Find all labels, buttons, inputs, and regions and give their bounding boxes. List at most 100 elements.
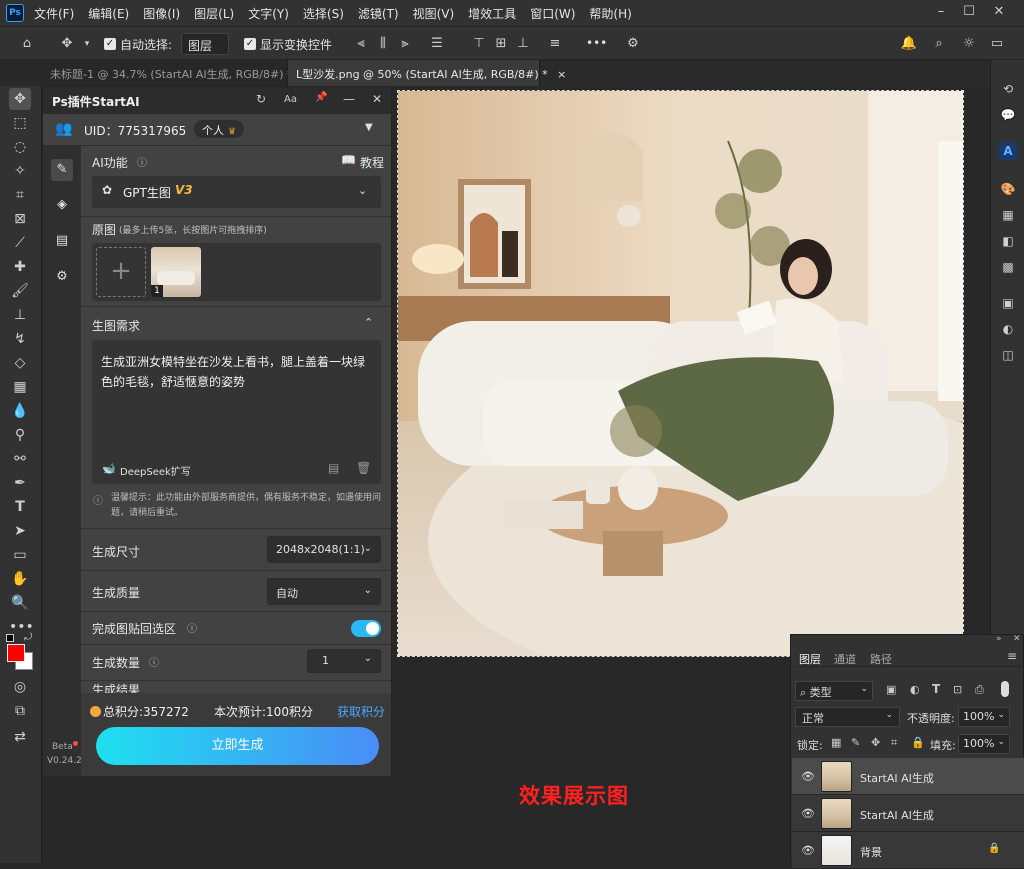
collapse-icon[interactable]: »: [996, 634, 1002, 644]
healing-brush-icon[interactable]: ✚: [9, 256, 31, 278]
model-select[interactable]: ✿ GPT生图 V3 ⌄: [92, 176, 381, 208]
gradient-tool-icon[interactable]: ▦: [9, 376, 31, 398]
panel-menu-icon[interactable]: ≡: [1007, 649, 1017, 663]
align-right-icon[interactable]: ⫸: [396, 35, 414, 53]
workspace-icon[interactable]: ▭: [988, 35, 1006, 53]
pen-tool-icon[interactable]: ✒: [9, 472, 31, 494]
align-center-icon[interactable]: ⫼: [374, 35, 392, 53]
menu-filter[interactable]: 滤镜(T): [358, 5, 399, 22]
align-left-icon[interactable]: ⫷: [352, 35, 370, 53]
screen-mode-icon[interactable]: ⧉: [9, 700, 31, 722]
layer-row[interactable]: 👁 StartAI AI生成: [792, 758, 1024, 795]
tab-channels[interactable]: 通道: [834, 651, 856, 667]
deepseek-expand-button[interactable]: DeepSeek扩写: [120, 463, 191, 478]
distribute-icon[interactable]: ☰: [428, 35, 446, 53]
dodge-tool-icon[interactable]: ⚲: [9, 424, 31, 446]
prompt-textarea[interactable]: 生成亚洲女模特坐在沙发上看书，腿上盖着一块绿色的毛毯，舒适惬意的姿势 🐋 Dee…: [92, 340, 381, 484]
stamp-tool-icon[interactable]: ⊥: [9, 304, 31, 326]
menu-window[interactable]: 窗口(W): [530, 5, 575, 22]
eye-icon[interactable]: 👁: [801, 844, 815, 857]
path-select-icon[interactable]: ➤: [9, 520, 31, 542]
info-icon[interactable]: ⓘ: [137, 154, 147, 169]
menu-file[interactable]: 文件(F): [34, 5, 74, 22]
foreground-color-swatch[interactable]: [7, 644, 25, 662]
lock-transparent-icon[interactable]: ▦: [831, 736, 841, 749]
zoom-tool-icon[interactable]: 🔍: [9, 592, 31, 614]
lock-all-icon[interactable]: 🔒: [911, 736, 925, 749]
history-list-icon[interactable]: ▤: [328, 461, 339, 475]
info-icon[interactable]: ⓘ: [149, 654, 159, 669]
filter-shape-icon[interactable]: ⊡: [953, 683, 962, 696]
clipboard-icon[interactable]: ▤: [53, 232, 71, 250]
lightbulb-icon[interactable]: ☼: [960, 35, 978, 53]
chevron-up-icon[interactable]: ⌃: [364, 316, 373, 329]
filter-smart-icon[interactable]: ⎙: [975, 683, 984, 697]
tab-layers[interactable]: 图层: [799, 651, 821, 667]
tab-l-sofa[interactable]: L型沙发.png @ 50% (StartAI AI生成, RGB/8#) * …: [288, 60, 566, 86]
more-options[interactable]: •••: [586, 36, 607, 50]
menu-image[interactable]: 图像(I): [143, 5, 180, 22]
minimize-window-icon[interactable]: –: [932, 3, 950, 21]
gear-icon[interactable]: ⚙: [624, 35, 642, 53]
home-icon[interactable]: ⌂: [18, 35, 36, 53]
gradients-icon[interactable]: ◧: [999, 232, 1017, 250]
get-points-link[interactable]: 获取积分: [337, 703, 385, 720]
eraser-icon[interactable]: ◇: [9, 352, 31, 374]
opacity-input[interactable]: 100% ⌄: [958, 707, 1010, 727]
align-middle-icon[interactable]: ⊞: [492, 35, 510, 53]
comments-icon[interactable]: 💬: [999, 106, 1017, 124]
tab-untitled-1[interactable]: 未标题-1 @ 34.7% (StartAI AI生成, RGB/8#) * ×: [42, 60, 311, 86]
menu-layer[interactable]: 图层(L): [194, 5, 234, 22]
auto-select-dropdown[interactable]: 图层▾: [181, 33, 229, 68]
eye-icon[interactable]: 👁: [801, 770, 815, 783]
swap-colors-icon[interactable]: ⤾: [24, 632, 32, 643]
close-tab-icon[interactable]: ×: [557, 68, 566, 81]
menu-edit[interactable]: 编辑(E): [88, 5, 129, 22]
menu-plugins[interactable]: 增效工具: [468, 5, 516, 22]
lock-pixels-icon[interactable]: ✎: [851, 736, 860, 749]
filter-adjust-icon[interactable]: ◐: [910, 683, 920, 696]
show-transform-checkbox[interactable]: ✓: [244, 38, 256, 50]
history-icon[interactable]: ⟲: [999, 80, 1017, 98]
eyedropper-icon[interactable]: ⟋: [9, 232, 31, 254]
chevron-down-icon[interactable]: ▾: [78, 35, 96, 53]
hand-tool-icon[interactable]: ✋: [9, 568, 31, 590]
count-dropdown[interactable]: 1 ⌄: [307, 649, 381, 673]
distribute-vertical-icon[interactable]: ≡: [546, 35, 564, 53]
lock-position-icon[interactable]: ✥: [871, 736, 880, 749]
tab-paths[interactable]: 路径: [870, 651, 892, 667]
close-panel-icon[interactable]: ✕: [1013, 634, 1021, 644]
chevron-down-icon[interactable]: ▼: [365, 122, 373, 133]
patterns-icon[interactable]: ▩: [999, 258, 1017, 276]
generate-button[interactable]: 立即生成: [96, 727, 379, 765]
fill-input[interactable]: 100% ⌄: [958, 734, 1010, 754]
menu-select[interactable]: 选择(S): [303, 5, 344, 22]
quality-dropdown[interactable]: 自动 ⌄: [267, 578, 381, 605]
align-bottom-icon[interactable]: ⊥: [514, 35, 532, 53]
search-icon[interactable]: ⌕: [930, 35, 948, 53]
move-tool-icon[interactable]: ✥: [9, 88, 31, 110]
menu-type[interactable]: 文字(Y): [248, 5, 289, 22]
auto-select-checkbox[interactable]: ✓: [104, 38, 116, 50]
marquee-tool-icon[interactable]: ⬚: [9, 112, 31, 134]
brush-tool-icon[interactable]: 🖌: [9, 280, 31, 302]
align-top-icon[interactable]: ⊤: [470, 35, 488, 53]
lock-artboard-icon[interactable]: ⌗: [891, 736, 897, 750]
layers-stack-icon[interactable]: ◈: [53, 196, 71, 214]
frame-tool-icon[interactable]: ⊠: [9, 208, 31, 230]
pin-icon[interactable]: 📌: [315, 92, 327, 103]
trash-icon[interactable]: 🗑: [356, 461, 371, 475]
filter-toggle[interactable]: [1001, 681, 1009, 697]
type-tool-icon[interactable]: T: [9, 496, 31, 518]
layer-row[interactable]: 👁 StartAI AI生成: [792, 795, 1024, 832]
swatches-icon[interactable]: ▦: [999, 206, 1017, 224]
size-dropdown[interactable]: 2048x2048(1:1) ⌄: [267, 536, 381, 563]
default-colors-icon[interactable]: [6, 634, 14, 642]
settings-gear-icon[interactable]: ⚙: [53, 268, 71, 286]
quick-mask-icon[interactable]: ◎: [9, 676, 31, 698]
document-canvas[interactable]: [397, 90, 964, 657]
color-icon[interactable]: 🎨: [999, 180, 1017, 198]
menu-view[interactable]: 视图(V): [413, 5, 455, 22]
magic-wand-icon[interactable]: ✧: [9, 160, 31, 182]
history-brush-icon[interactable]: ↯: [9, 328, 31, 350]
